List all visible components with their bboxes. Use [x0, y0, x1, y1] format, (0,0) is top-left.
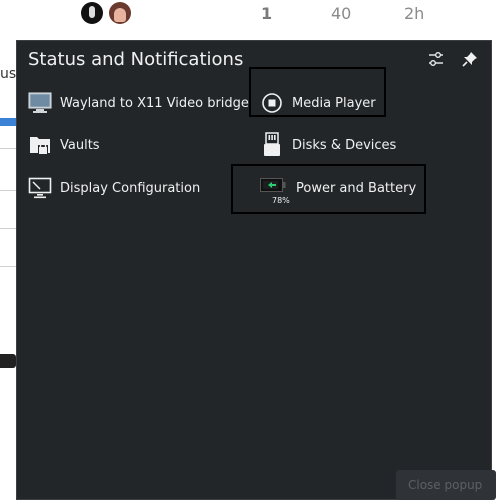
tray-item-display-configuration[interactable]: Display Configuration	[28, 173, 200, 203]
tray-item-label: Vaults	[60, 137, 100, 153]
status-notifications-popup: Status and Notifications Wayland to X11 …	[16, 40, 492, 500]
topbar: 1 40 2h	[0, 0, 503, 40]
pin-icon	[462, 52, 477, 67]
monitor-icon	[28, 91, 52, 115]
avatar[interactable]	[81, 2, 103, 24]
stat-activity: 2h	[404, 4, 425, 23]
stat-replies: 1	[261, 4, 273, 23]
close-popup-button[interactable]: Close popup	[396, 470, 496, 500]
background-text: us	[0, 66, 17, 82]
tray-item-disks-devices[interactable]: Disks & Devices	[260, 130, 396, 160]
popup-title: Status and Notifications	[28, 49, 244, 70]
avatar[interactable]	[109, 2, 131, 24]
background-selection	[0, 118, 16, 126]
highlight-box	[249, 67, 386, 117]
tray-item-wayland-bridge[interactable]: Wayland to X11 Video bridge	[28, 88, 249, 118]
display-config-icon	[28, 176, 52, 200]
background-page: us	[0, 40, 17, 500]
configure-button[interactable]	[425, 48, 447, 70]
background-widget	[0, 354, 16, 368]
tray-item-label: Disks & Devices	[292, 137, 397, 153]
tray-item-label: Display Configuration	[60, 180, 201, 196]
vault-folder-lock-icon	[28, 133, 52, 157]
tray-item-vaults[interactable]: Vaults	[28, 130, 100, 160]
tray-item-label: Wayland to X11 Video bridge	[60, 95, 249, 111]
highlight-box	[231, 164, 426, 214]
sliders-icon	[429, 52, 443, 66]
usb-drive-icon	[260, 132, 284, 157]
stat-views: 40	[331, 4, 352, 23]
pin-button[interactable]	[459, 48, 481, 70]
